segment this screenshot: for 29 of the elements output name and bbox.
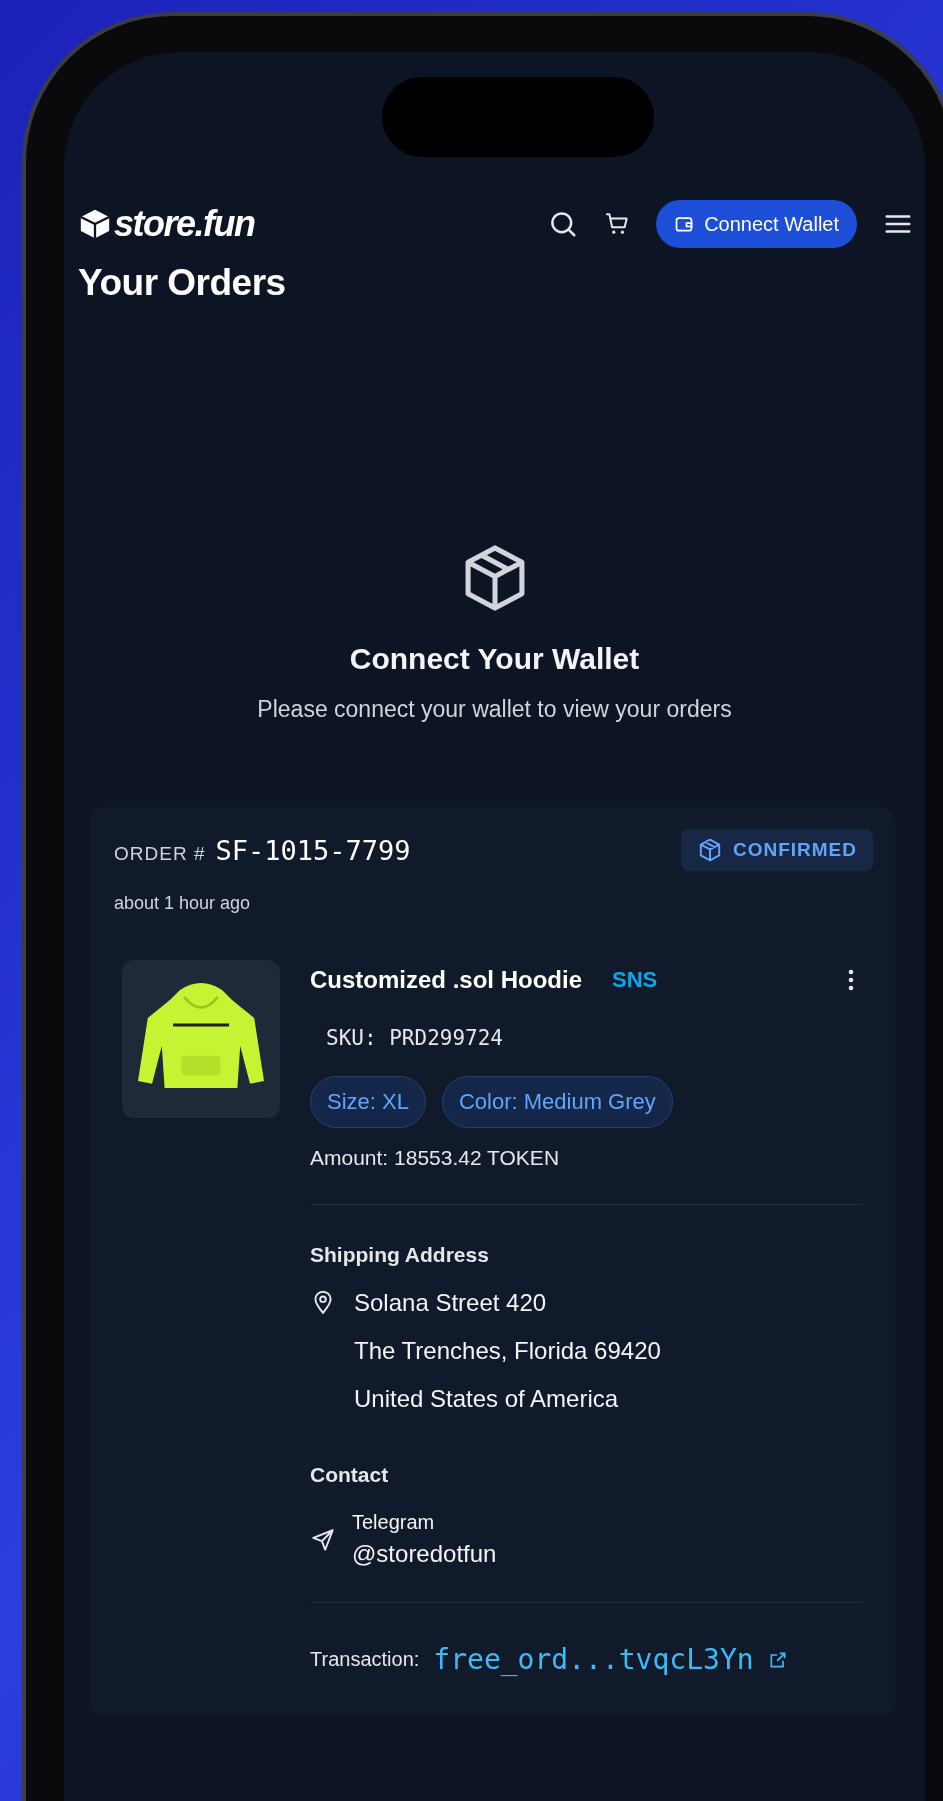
contact-handle: @storedotfun	[352, 1540, 497, 1568]
cart-icon[interactable]	[604, 211, 631, 237]
send-icon	[310, 1526, 336, 1553]
order-number: SF-1015-7799	[215, 834, 411, 866]
variant-tag: Size: XL	[310, 1076, 426, 1128]
product-name[interactable]: Customized .sol Hoodie	[310, 966, 582, 994]
order-amount: Amount: 18553.42 TOKEN	[310, 1146, 561, 1170]
contact-heading: Contact	[310, 1463, 390, 1487]
shipping-heading: Shipping Address	[310, 1243, 490, 1267]
brand-label: SNS	[612, 967, 658, 993]
order-label: ORDER #	[114, 842, 206, 865]
address-line: Solana Street 420	[354, 1288, 548, 1318]
transaction-label: Transaction:	[310, 1648, 420, 1671]
connect-wallet-button[interactable]: Connect Wallet	[656, 200, 857, 248]
contact-channel: Telegram	[352, 1511, 436, 1534]
cube-logo-icon	[78, 207, 112, 241]
variant-tag: Color: Medium Grey	[441, 1076, 673, 1128]
empty-state-title: Connect Your Wallet	[349, 642, 640, 676]
order-time: about 1 hour ago	[114, 893, 252, 914]
transaction-link[interactable]: free_ord...tvqcL3Yn	[433, 1643, 754, 1676]
wallet-icon	[674, 214, 695, 234]
product-sku: SKU: PRD299724	[326, 1026, 504, 1050]
store-logo[interactable]: store.fun	[114, 203, 255, 245]
empty-state-message: Please connect your wallet to view your orders	[257, 696, 732, 723]
page-title: Your Orders	[78, 262, 287, 304]
more-options-icon[interactable]	[847, 967, 855, 993]
status-badge: CONFIRMED	[680, 829, 873, 871]
address-line: United States of America	[354, 1384, 620, 1414]
address-line: The Trenches, Florida 69420	[354, 1336, 661, 1366]
